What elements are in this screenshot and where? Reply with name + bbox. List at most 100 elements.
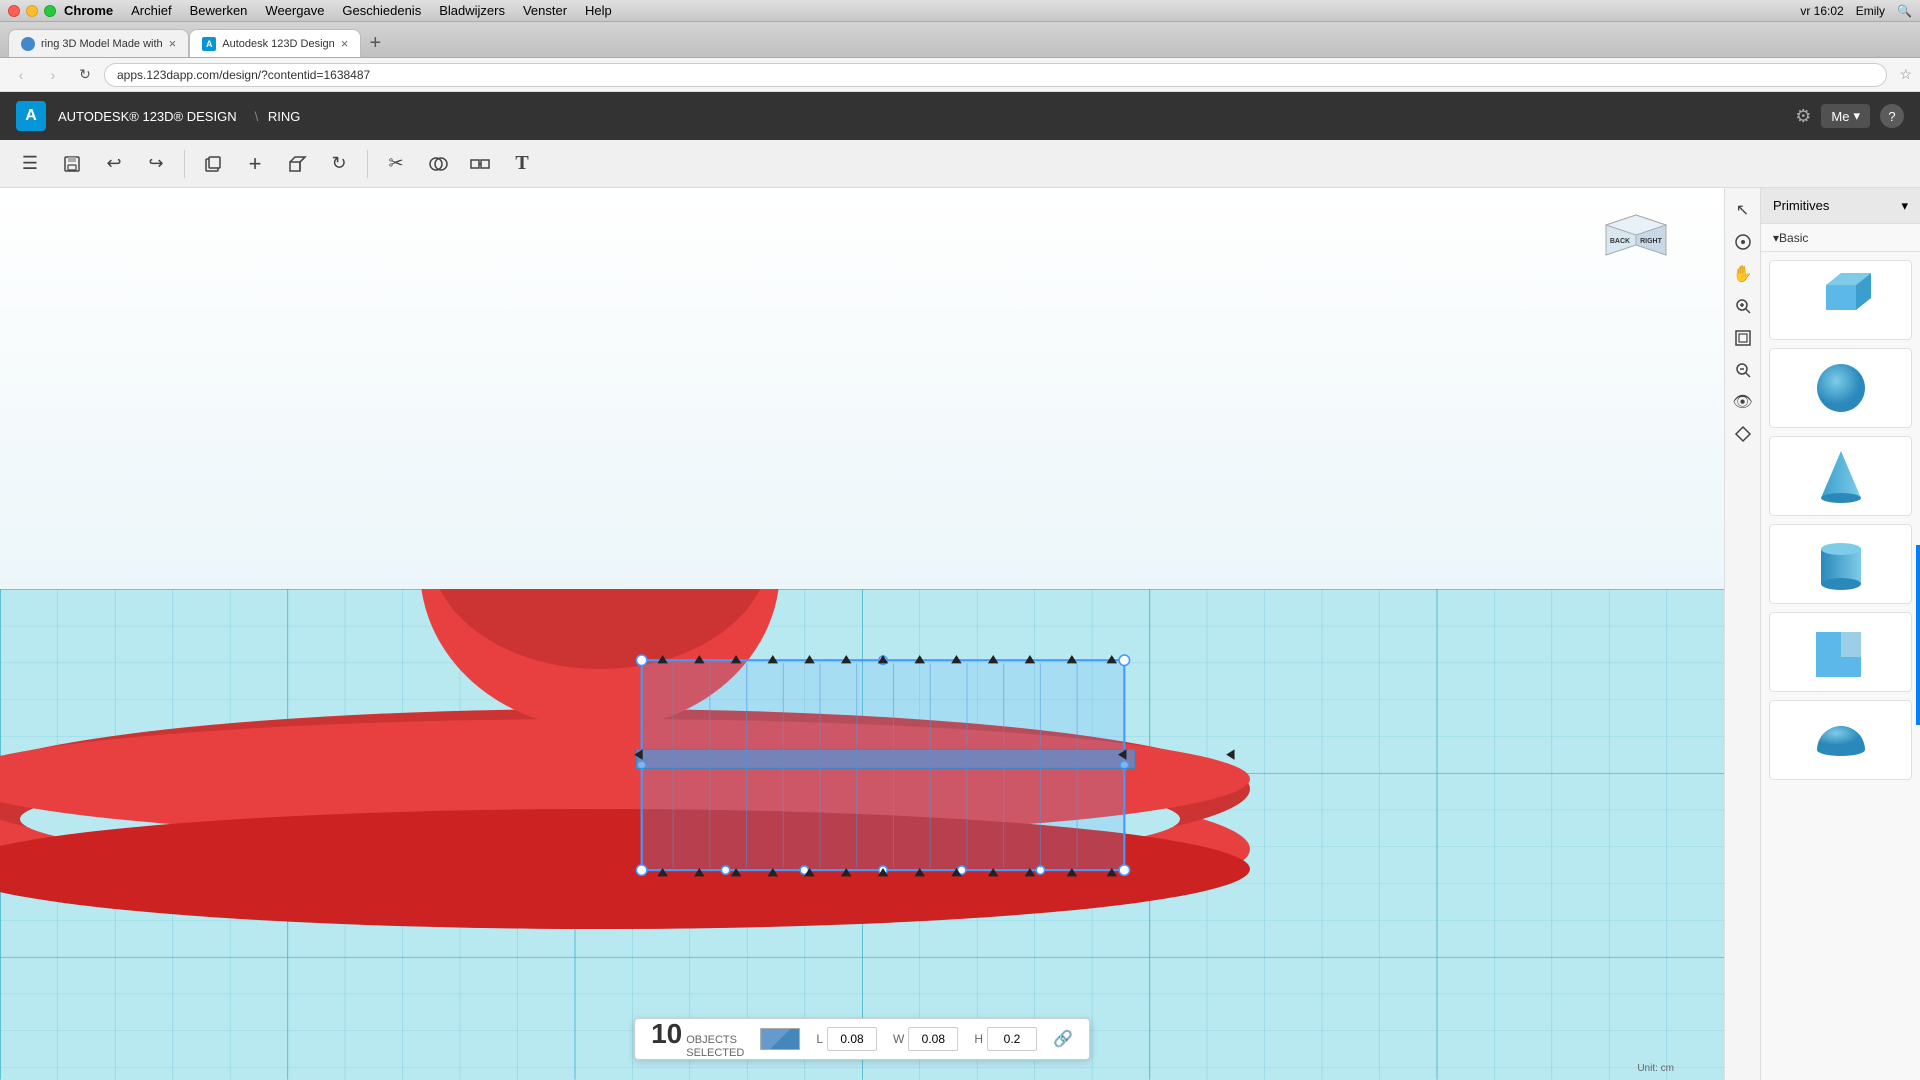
nav-back-btn[interactable]: ‹: [8, 62, 34, 88]
redo-button[interactable]: ↪: [138, 146, 174, 182]
length-field: L 0.08: [816, 1027, 877, 1051]
toolbar-divider-1: [184, 150, 185, 178]
me-chevron-icon: ▾: [1853, 108, 1860, 124]
tab-favicon-ring: [21, 37, 35, 51]
bookmark-star-icon[interactable]: ☆: [1899, 66, 1912, 83]
breadcrumb-separator: \ RING: [249, 109, 301, 124]
height-field: H 0.2: [974, 1027, 1037, 1051]
autodesk-logo: A: [16, 101, 46, 131]
status-bar: 10 OBJECTS SELECTED L 0.08 W 0.08 H: [634, 1018, 1090, 1060]
cone-icon: [1806, 446, 1876, 506]
menu-chrome[interactable]: Chrome: [64, 3, 113, 18]
view-toggle-btn[interactable]: 👁: [1729, 388, 1757, 416]
window-controls[interactable]: [8, 5, 56, 17]
primitive-bracket[interactable]: [1769, 612, 1912, 692]
width-field: W 0.08: [893, 1027, 958, 1051]
unit-label: Unit: cm: [1637, 1063, 1674, 1074]
primitive-cylinder[interactable]: [1769, 524, 1912, 604]
menu-button[interactable]: ☰: [12, 146, 48, 182]
bracket-icon: [1806, 622, 1876, 682]
mac-menubar: Chrome Archief Bewerken Weergave Geschie…: [0, 0, 1920, 22]
viewport[interactable]: RIGHT BACK Unit: cm 10 OBJECTS SELECTED …: [0, 188, 1724, 1080]
text-button[interactable]: T: [504, 146, 540, 182]
menu-weergave[interactable]: Weergave: [265, 3, 324, 18]
material-btn[interactable]: [1729, 420, 1757, 448]
zoom-extents-btn[interactable]: [1729, 356, 1757, 384]
sphere-icon: [1806, 358, 1876, 418]
app-brand: AUTODESK® 123D® DESIGN: [58, 109, 237, 124]
primitive-sphere[interactable]: [1769, 348, 1912, 428]
select-tool-btn[interactable]: ↖: [1729, 196, 1757, 224]
length-value[interactable]: 0.08: [827, 1027, 877, 1051]
primitive-half-sphere[interactable]: [1769, 700, 1912, 780]
primitive-cone[interactable]: [1769, 436, 1912, 516]
menu-geschiedenis[interactable]: Geschiedenis: [342, 3, 421, 18]
settings-icon[interactable]: ⚙: [1795, 106, 1811, 127]
maximize-window-btn[interactable]: [44, 5, 56, 17]
help-button[interactable]: ?: [1880, 104, 1904, 128]
nav-cube[interactable]: RIGHT BACK: [1596, 200, 1676, 280]
group-button[interactable]: [462, 146, 498, 182]
tab-autodesk[interactable]: A Autodesk 123D Design ×: [189, 29, 361, 57]
combine-button[interactable]: [420, 146, 456, 182]
height-value[interactable]: 0.2: [987, 1027, 1037, 1051]
tab-label-autodesk: Autodesk 123D Design: [222, 38, 335, 50]
zoom-in-tool-btn[interactable]: [1729, 292, 1757, 320]
menu-help[interactable]: Help: [585, 3, 612, 18]
viewport-floor: [0, 589, 1724, 1080]
objects-count: 10: [651, 1018, 682, 1050]
primitives-grid: [1761, 252, 1920, 788]
color-swatch[interactable]: [760, 1028, 800, 1050]
fit-view-btn[interactable]: [1729, 324, 1757, 352]
menu-venster[interactable]: Venster: [523, 3, 567, 18]
pan-tool-btn[interactable]: ✋: [1729, 260, 1757, 288]
minimize-window-btn[interactable]: [26, 5, 38, 17]
mac-statusbar: vr 16:02 Emily 🔍: [1800, 4, 1912, 18]
panel-title: Primitives: [1773, 198, 1829, 213]
scissors-button[interactable]: ✂: [378, 146, 414, 182]
new-tab-btn[interactable]: +: [361, 29, 389, 57]
menu-bewerken[interactable]: Bewerken: [190, 3, 248, 18]
tab-close-autodesk[interactable]: ×: [341, 36, 349, 51]
cube-icon: [1806, 270, 1876, 330]
primitive-cube[interactable]: [1769, 260, 1912, 340]
section-title: Basic: [1779, 231, 1808, 245]
orbit-tool-btn[interactable]: [1729, 228, 1757, 256]
url-text: apps.123dapp.com/design/?contentid=16384…: [117, 68, 370, 82]
extrude-button[interactable]: [279, 146, 315, 182]
nav-refresh-btn[interactable]: ↻: [72, 62, 98, 88]
objects-label: OBJECTS SELECTED: [686, 1034, 744, 1060]
mac-time: vr 16:02: [1800, 4, 1843, 18]
cylinder-icon: [1806, 534, 1876, 594]
chrome-tabs-bar: ring 3D Model Made with × A Autodesk 123…: [0, 22, 1920, 58]
tab-favicon-autodesk: A: [202, 37, 216, 51]
menu-archief[interactable]: Archief: [131, 3, 171, 18]
link-dimensions-icon[interactable]: 🔗: [1053, 1029, 1073, 1049]
address-bar[interactable]: apps.123dapp.com/design/?contentid=16384…: [104, 63, 1887, 87]
tab-close-ring[interactable]: ×: [169, 36, 177, 51]
panel-section-basic: ▾ Basic: [1761, 224, 1920, 252]
me-label: Me: [1831, 109, 1849, 124]
panel-header: Primitives ▾: [1761, 188, 1920, 224]
chrome-nav-bar: ‹ › ↻ apps.123dapp.com/design/?contentid…: [0, 58, 1920, 92]
canvas-area[interactable]: RIGHT BACK Unit: cm 10 OBJECTS SELECTED …: [0, 188, 1724, 1080]
menu-bladwijzers[interactable]: Bladwijzers: [439, 3, 505, 18]
toolbar: ☰ ↩ ↪ + ↻ ✂ T: [0, 140, 1920, 188]
nav-cube-svg: RIGHT BACK: [1596, 200, 1676, 280]
tab-ring-3d[interactable]: ring 3D Model Made with ×: [8, 29, 189, 57]
mac-search-icon[interactable]: 🔍: [1897, 4, 1912, 18]
width-value[interactable]: 0.08: [908, 1027, 958, 1051]
copy-button[interactable]: [195, 146, 231, 182]
mac-menu-items: Chrome Archief Bewerken Weergave Geschie…: [64, 3, 1800, 18]
project-name: RING: [268, 109, 301, 124]
undo-button[interactable]: ↩: [96, 146, 132, 182]
scroll-indicator: [1916, 545, 1920, 725]
toolbar-divider-2: [367, 150, 368, 178]
nav-forward-btn[interactable]: ›: [40, 62, 66, 88]
me-button[interactable]: Me ▾: [1821, 104, 1870, 128]
panel-expand-icon[interactable]: ▾: [1901, 198, 1908, 214]
add-button[interactable]: +: [237, 146, 273, 182]
save-button[interactable]: [54, 146, 90, 182]
refresh-button[interactable]: ↻: [321, 146, 357, 182]
close-window-btn[interactable]: [8, 5, 20, 17]
